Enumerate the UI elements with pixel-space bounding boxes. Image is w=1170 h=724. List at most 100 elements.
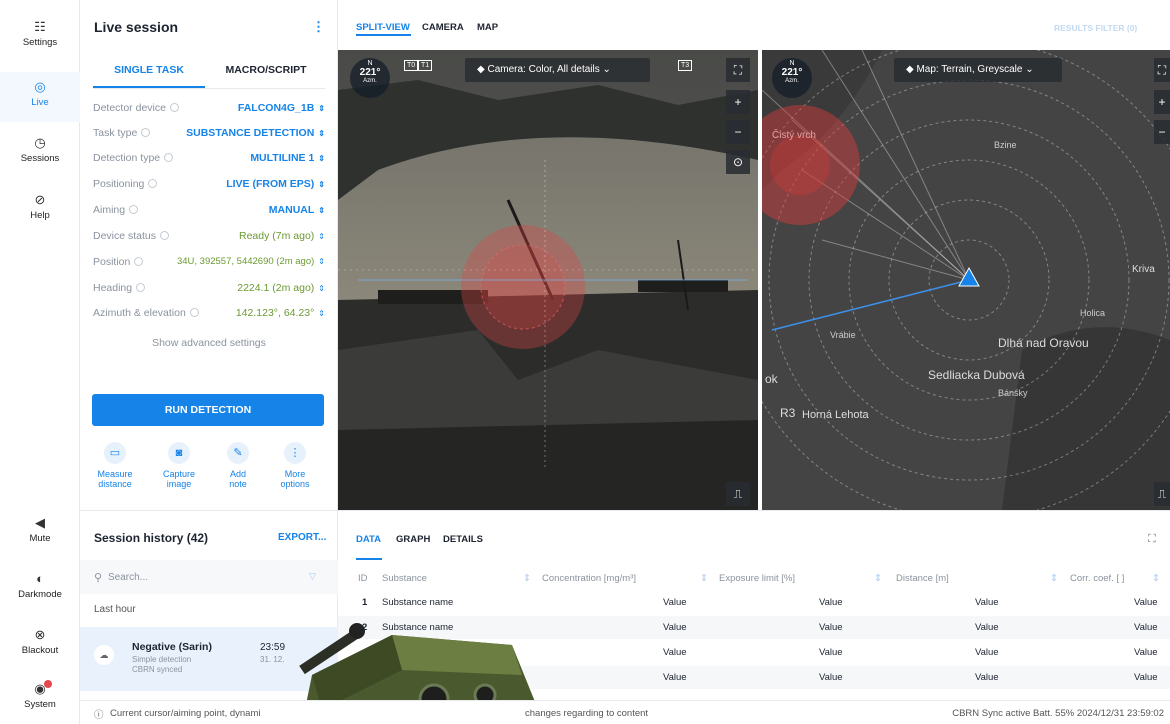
chevron-updown-icon: ⇕ (318, 206, 325, 215)
sort-icon[interactable]: ⇕ (1152, 573, 1160, 584)
map-view[interactable]: N 221° Azm. ◆ Map: Terrain, Greyscale ⌄ … (762, 50, 1170, 510)
map-label: R3 (780, 406, 796, 420)
setting-aiming[interactable]: Aiming MANUAL ⇕ (93, 204, 325, 218)
search-input[interactable]: Search... (108, 572, 148, 583)
column-header-distance[interactable]: Distance [m] (896, 573, 949, 584)
tag-t1[interactable]: T1 (418, 60, 433, 71)
map-label: Vrábie (830, 330, 856, 340)
layers-icon: ◆ (906, 64, 917, 75)
table-row[interactable]: 1 Substance name Value Value Value Value (338, 591, 1170, 614)
tab-details[interactable]: DETAILS (443, 534, 483, 545)
rail-label: Settings (22, 37, 58, 48)
divider (93, 88, 325, 89)
column-header-concentration[interactable]: Concentration [mg/m³] (542, 573, 636, 584)
setting-label: Task type (93, 127, 138, 139)
sort-icon[interactable]: ⇕ (874, 573, 882, 584)
status-hint-right: changes regarding to content (525, 708, 649, 719)
setting-label: Aiming (93, 204, 126, 216)
tool-label: Add (229, 469, 246, 479)
camera-compass: N 221° Azm. (350, 58, 390, 98)
setting-detector-device[interactable]: Detector device FALCON4G_1B ⇕ (93, 102, 325, 116)
run-detection-button[interactable]: RUN DETECTION (92, 394, 324, 426)
more-icon: ⋮ (284, 442, 306, 464)
tab-graph[interactable]: GRAPH (396, 534, 430, 545)
cell-value: Value (663, 597, 687, 608)
map-mode-dropdown[interactable]: ◆ Map: Terrain, Greyscale ⌄ (894, 58, 1062, 82)
rail-system[interactable]: ◉ System (0, 680, 80, 710)
column-header-id[interactable]: ID (358, 573, 368, 584)
setting-position: Position 34U, 392557, 5442690 (2m ago) ⇕ (93, 256, 325, 270)
tab-underline (356, 558, 382, 560)
filter-icon[interactable]: ▽ (309, 571, 316, 582)
sort-icon[interactable]: ⇕ (1050, 573, 1058, 584)
layers-toggle-icon[interactable]: ⎍ (1154, 482, 1170, 506)
cell-value: Value (975, 672, 999, 683)
cell-value: Value (663, 647, 687, 658)
measure-distance-button[interactable]: ▭ Measure distance (90, 442, 140, 489)
setting-label: Device status (93, 230, 157, 242)
more-options-button[interactable]: ⋮ More options (270, 442, 320, 489)
rail-live[interactable]: ◎ Live (0, 72, 80, 122)
column-header-substance[interactable]: Substance (382, 573, 427, 584)
show-advanced-settings-link[interactable]: Show advanced settings (93, 337, 325, 349)
session-history-title: Session history (42) (94, 531, 209, 545)
compass-azm-label: Azm. (363, 78, 377, 84)
darkmode-icon: ◐ (36, 571, 44, 586)
layers-icon: ◆ (477, 64, 488, 75)
fullscreen-icon[interactable]: ⛶ (1154, 58, 1170, 82)
column-header-exposure[interactable]: Exposure limit [%] (719, 573, 795, 584)
sort-icon[interactable]: ⇕ (700, 573, 708, 584)
expand-icon[interactable]: ⛶ (1148, 533, 1156, 546)
tab-macro-script[interactable]: MACRO/SCRIPT (210, 64, 322, 76)
rail-mute[interactable]: ◀ Mute (0, 516, 80, 545)
live-icon: ◎ (34, 79, 46, 94)
tab-data[interactable]: DATA (356, 534, 381, 545)
rail-blackout[interactable]: ⊗ Blackout (0, 628, 80, 657)
fullscreen-icon[interactable]: ⛶ (726, 58, 750, 82)
chevron-updown-icon: ⇕ (318, 257, 325, 266)
search-icon: ⚲ (94, 572, 103, 584)
tab-single-task[interactable]: SINGLE TASK (93, 64, 205, 76)
compass-azm-label: Azm. (785, 78, 799, 84)
tag-t0[interactable]: T0 (404, 60, 419, 71)
rail-sessions[interactable]: ◷ Sessions (0, 136, 80, 165)
setting-task-type[interactable]: Task type SUBSTANCE DETECTION ⇕ (93, 127, 325, 141)
zoom-in-icon[interactable]: + (1154, 90, 1170, 114)
column-header-corr-coef[interactable]: Corr. coef. [ ] (1070, 573, 1124, 584)
rail-help[interactable]: ⊘ Help (0, 192, 80, 222)
tag-t3[interactable]: T3 (678, 60, 693, 71)
map-compass: N 221° Azm. (772, 58, 812, 98)
tab-map[interactable]: MAP (477, 22, 498, 33)
zoom-out-icon[interactable]: − (1154, 120, 1170, 144)
capture-image-button[interactable]: ◙ Capture image (154, 442, 204, 489)
help-icon: ⊘ (34, 192, 46, 207)
camera-mode-dropdown[interactable]: ◆ Camera: Color, All details ⌄ (465, 58, 650, 82)
setting-detection-type[interactable]: Detection type MULTILINE 1 ⇕ (93, 152, 325, 166)
compass-azimuth: 221° (359, 67, 381, 78)
cell-value: Value (819, 597, 843, 608)
history-search-bar[interactable]: ⚲ Search... ▽ (80, 560, 338, 594)
rail-darkmode[interactable]: ◐ Darkmode (0, 571, 80, 601)
sort-icon[interactable]: ⇕ (523, 573, 531, 584)
chevron-down-icon: ⌄ (1022, 64, 1034, 75)
setting-value: FALCON4G_1B (237, 102, 315, 114)
target-icon[interactable]: ⊙ (726, 150, 750, 174)
camera-view[interactable]: N 221° Azm. T0 T1 T3 ◆ Camera: Color, Al… (338, 50, 758, 510)
setting-positioning[interactable]: Positioning LIVE (FROM EPS) ⇕ (93, 178, 325, 192)
tab-split-view[interactable]: SPLIT-VIEW (356, 22, 410, 33)
rail-settings[interactable]: ☷ Settings (0, 20, 80, 49)
zoom-in-icon[interactable]: + (726, 90, 750, 114)
layers-toggle-icon[interactable]: ⎍ (726, 482, 750, 506)
cell-value: Value (1134, 647, 1158, 658)
ruler-icon: ▭ (104, 442, 126, 464)
panel-menu-icon[interactable]: ⋮ (312, 19, 325, 35)
export-button[interactable]: EXPORT... (278, 532, 326, 543)
add-note-button[interactable]: ✎ Add note (213, 442, 263, 489)
cell-value: Value (1134, 622, 1158, 633)
tab-camera[interactable]: CAMERA (422, 22, 464, 33)
zoom-out-icon[interactable]: − (726, 120, 750, 144)
setting-heading: Heading 2224.1 (2m ago) ⇕ (93, 282, 325, 296)
tool-label: distance (98, 479, 132, 489)
setting-label: Detection type (93, 152, 161, 164)
results-filter-button[interactable]: RESULTS FILTER (0) (1054, 23, 1137, 33)
